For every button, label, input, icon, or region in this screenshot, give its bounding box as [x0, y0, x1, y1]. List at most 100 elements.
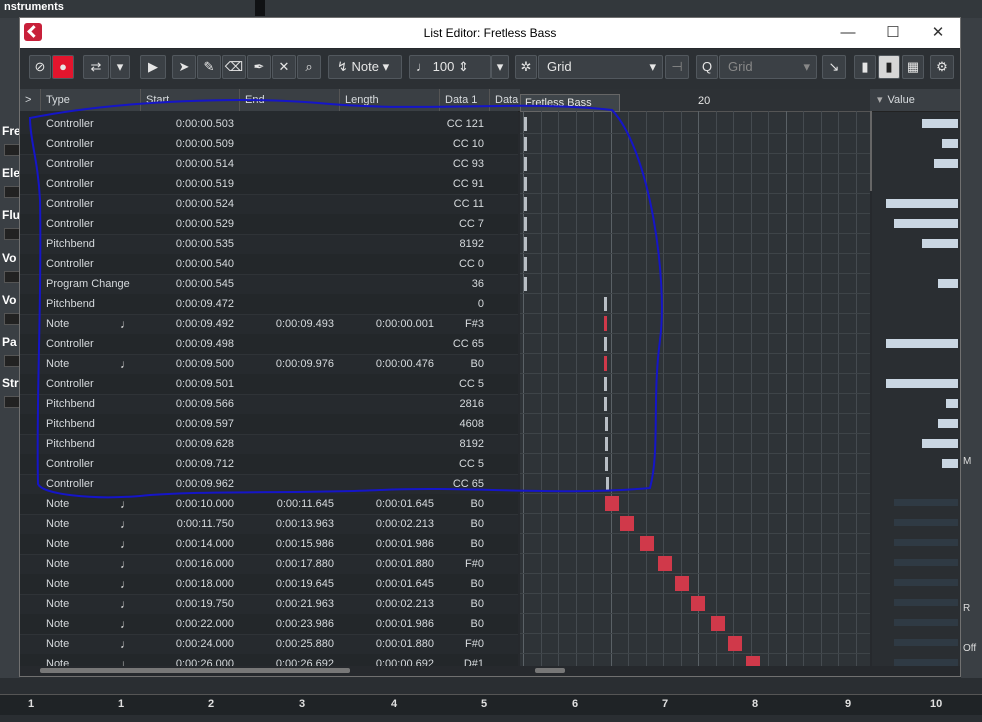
event-start[interactable]: 0:00:00.529	[140, 214, 234, 234]
event-row[interactable]: Controller 0:00:09.962 CC 65	[20, 474, 518, 495]
note-block[interactable]	[728, 636, 743, 651]
event-end[interactable]	[239, 214, 334, 234]
event-data1[interactable]: B0	[439, 574, 484, 594]
event-end[interactable]	[239, 194, 334, 214]
event-start[interactable]: 0:00:26.000	[140, 654, 234, 666]
event-start[interactable]: 0:00:16.000	[140, 554, 234, 574]
quantize-preset-icon[interactable]: ↘	[822, 55, 846, 79]
event-length[interactable]	[339, 214, 434, 234]
event-end[interactable]	[239, 134, 334, 154]
event-row[interactable]: Controller 0:00:00.524 CC 11	[20, 194, 518, 215]
left-zone-icon[interactable]: ▮	[854, 55, 876, 79]
event-marker[interactable]	[524, 157, 527, 171]
event-end[interactable]: 0:00:17.880	[239, 554, 334, 574]
event-data1[interactable]: D#1	[439, 654, 484, 666]
event-data1[interactable]: F#3	[439, 314, 484, 334]
event-start[interactable]: 0:00:09.498	[140, 334, 234, 354]
quantize-icon[interactable]: Q	[696, 55, 718, 79]
event-start[interactable]: 0:00:00.524	[140, 194, 234, 214]
speaker-icon[interactable]: ▶	[140, 55, 166, 79]
note-block[interactable]	[675, 576, 690, 591]
event-data1[interactable]: 8192	[439, 434, 484, 454]
event-type-select[interactable]: ↯ Note ▾	[328, 55, 402, 79]
event-display[interactable]: Fretless Bass 20	[520, 89, 870, 666]
event-end[interactable]: 0:00:21.963	[239, 594, 334, 614]
event-type[interactable]: Pitchbend	[46, 234, 146, 254]
event-length[interactable]	[339, 434, 434, 454]
event-marker[interactable]	[524, 237, 527, 251]
event-length[interactable]	[339, 254, 434, 274]
event-data1[interactable]: B0	[439, 494, 484, 514]
event-row[interactable]: Controller 0:00:00.529 CC 7	[20, 214, 518, 235]
note-block[interactable]	[640, 536, 655, 551]
event-row[interactable]: Note ♩ 0:00:10.000 0:00:11.645 0:00:01.645 B0	[20, 494, 518, 515]
event-length[interactable]	[339, 134, 434, 154]
event-end[interactable]: 0:00:19.645	[239, 574, 334, 594]
close-button[interactable]: ✕	[923, 22, 953, 44]
event-start[interactable]: 0:00:09.712	[140, 454, 234, 474]
event-row[interactable]: Program Change 0:00:00.545 36	[20, 274, 518, 295]
event-end[interactable]	[239, 434, 334, 454]
auto-scroll-dropdown-icon[interactable]: ▾	[110, 55, 130, 79]
event-row[interactable]: Controller 0:00:00.509 CC 10	[20, 134, 518, 155]
event-data1[interactable]: B0	[439, 514, 484, 534]
event-end[interactable]: 0:00:09.493	[239, 314, 334, 334]
event-row[interactable]: Note ♩ 0:00:09.500 0:00:09.976 0:00:00.476 B0	[20, 354, 518, 375]
event-marker[interactable]	[524, 197, 527, 211]
event-length[interactable]	[339, 394, 434, 414]
note-block[interactable]	[690, 596, 705, 611]
event-end[interactable]	[239, 394, 334, 414]
event-end[interactable]	[239, 154, 334, 174]
event-row[interactable]: Note ♩ 0:00:11.750 0:00:13.963 0:00:02.213 B0	[20, 514, 518, 535]
event-row[interactable]: Note ♩ 0:00:19.750 0:00:21.963 0:00:02.213 B0	[20, 594, 518, 615]
event-marker[interactable]	[524, 177, 527, 191]
event-marker[interactable]	[606, 477, 610, 491]
event-row[interactable]: Note ♩ 0:00:24.000 0:00:25.880 0:00:01.880 F#…	[20, 634, 518, 655]
event-end[interactable]	[239, 114, 334, 134]
event-row[interactable]: Controller 0:00:09.498 CC 65	[20, 334, 518, 355]
snap-type-select[interactable]: Grid ▾	[538, 55, 663, 79]
event-start[interactable]: 0:00:22.000	[140, 614, 234, 634]
event-end[interactable]	[239, 174, 334, 194]
event-row[interactable]: Note ♩ 0:00:18.000 0:00:19.645 0:00:01.645 B0	[20, 574, 518, 595]
event-length[interactable]	[339, 174, 434, 194]
event-end[interactable]: 0:00:13.963	[239, 514, 334, 534]
window-layout-icon[interactable]: ▦	[902, 55, 924, 79]
event-end[interactable]	[239, 474, 334, 494]
event-start[interactable]: 0:00:14.000	[140, 534, 234, 554]
column-header-data2[interactable]: Data	[489, 89, 519, 111]
event-row[interactable]: Controller 0:00:00.540 CC 0	[20, 254, 518, 275]
event-data1[interactable]: CC 65	[439, 474, 484, 494]
maximize-button[interactable]: ☐	[878, 22, 908, 44]
event-data1[interactable]: CC 5	[439, 454, 484, 474]
event-length[interactable]: 0:00:01.880	[339, 634, 434, 654]
column-header-start[interactable]: Start	[140, 89, 239, 111]
event-data1[interactable]: 8192	[439, 234, 484, 254]
event-row[interactable]: Pitchbend 0:00:09.472 0	[20, 294, 518, 315]
minimize-button[interactable]: —	[833, 22, 863, 44]
event-start[interactable]: 0:00:00.519	[140, 174, 234, 194]
note-block[interactable]	[620, 516, 635, 531]
event-end[interactable]	[239, 294, 334, 314]
event-data1[interactable]: CC 91	[439, 174, 484, 194]
event-start[interactable]: 0:00:09.501	[140, 374, 234, 394]
event-type[interactable]: Controller	[46, 374, 146, 394]
event-start[interactable]: 0:00:09.628	[140, 434, 234, 454]
event-row[interactable]: Note ♩ 0:00:16.000 0:00:17.880 0:00:01.880 F#…	[20, 554, 518, 575]
expand-column-toggle[interactable]: >	[20, 89, 40, 111]
event-marker[interactable]	[604, 397, 608, 411]
event-length[interactable]: 0:00:00.476	[339, 354, 434, 374]
event-end[interactable]	[239, 334, 334, 354]
value-chevron-icon[interactable]: ▾	[872, 94, 888, 106]
column-header-length[interactable]: Length	[339, 89, 439, 111]
velocity-dropdown-icon[interactable]: ▾	[491, 55, 509, 79]
note-block[interactable]	[710, 616, 725, 631]
event-length[interactable]: 0:00:01.880	[339, 554, 434, 574]
event-row[interactable]: Pitchbend 0:00:09.566 2816	[20, 394, 518, 415]
event-row[interactable]: Note ♩ 0:00:14.000 0:00:15.986 0:00:01.986 B0	[20, 534, 518, 555]
event-data1[interactable]: CC 10	[439, 134, 484, 154]
event-start[interactable]: 0:00:00.509	[140, 134, 234, 154]
event-start[interactable]: 0:00:09.500	[140, 354, 234, 374]
event-start[interactable]: 0:00:09.962	[140, 474, 234, 494]
event-type[interactable]: Pitchbend	[46, 414, 146, 434]
